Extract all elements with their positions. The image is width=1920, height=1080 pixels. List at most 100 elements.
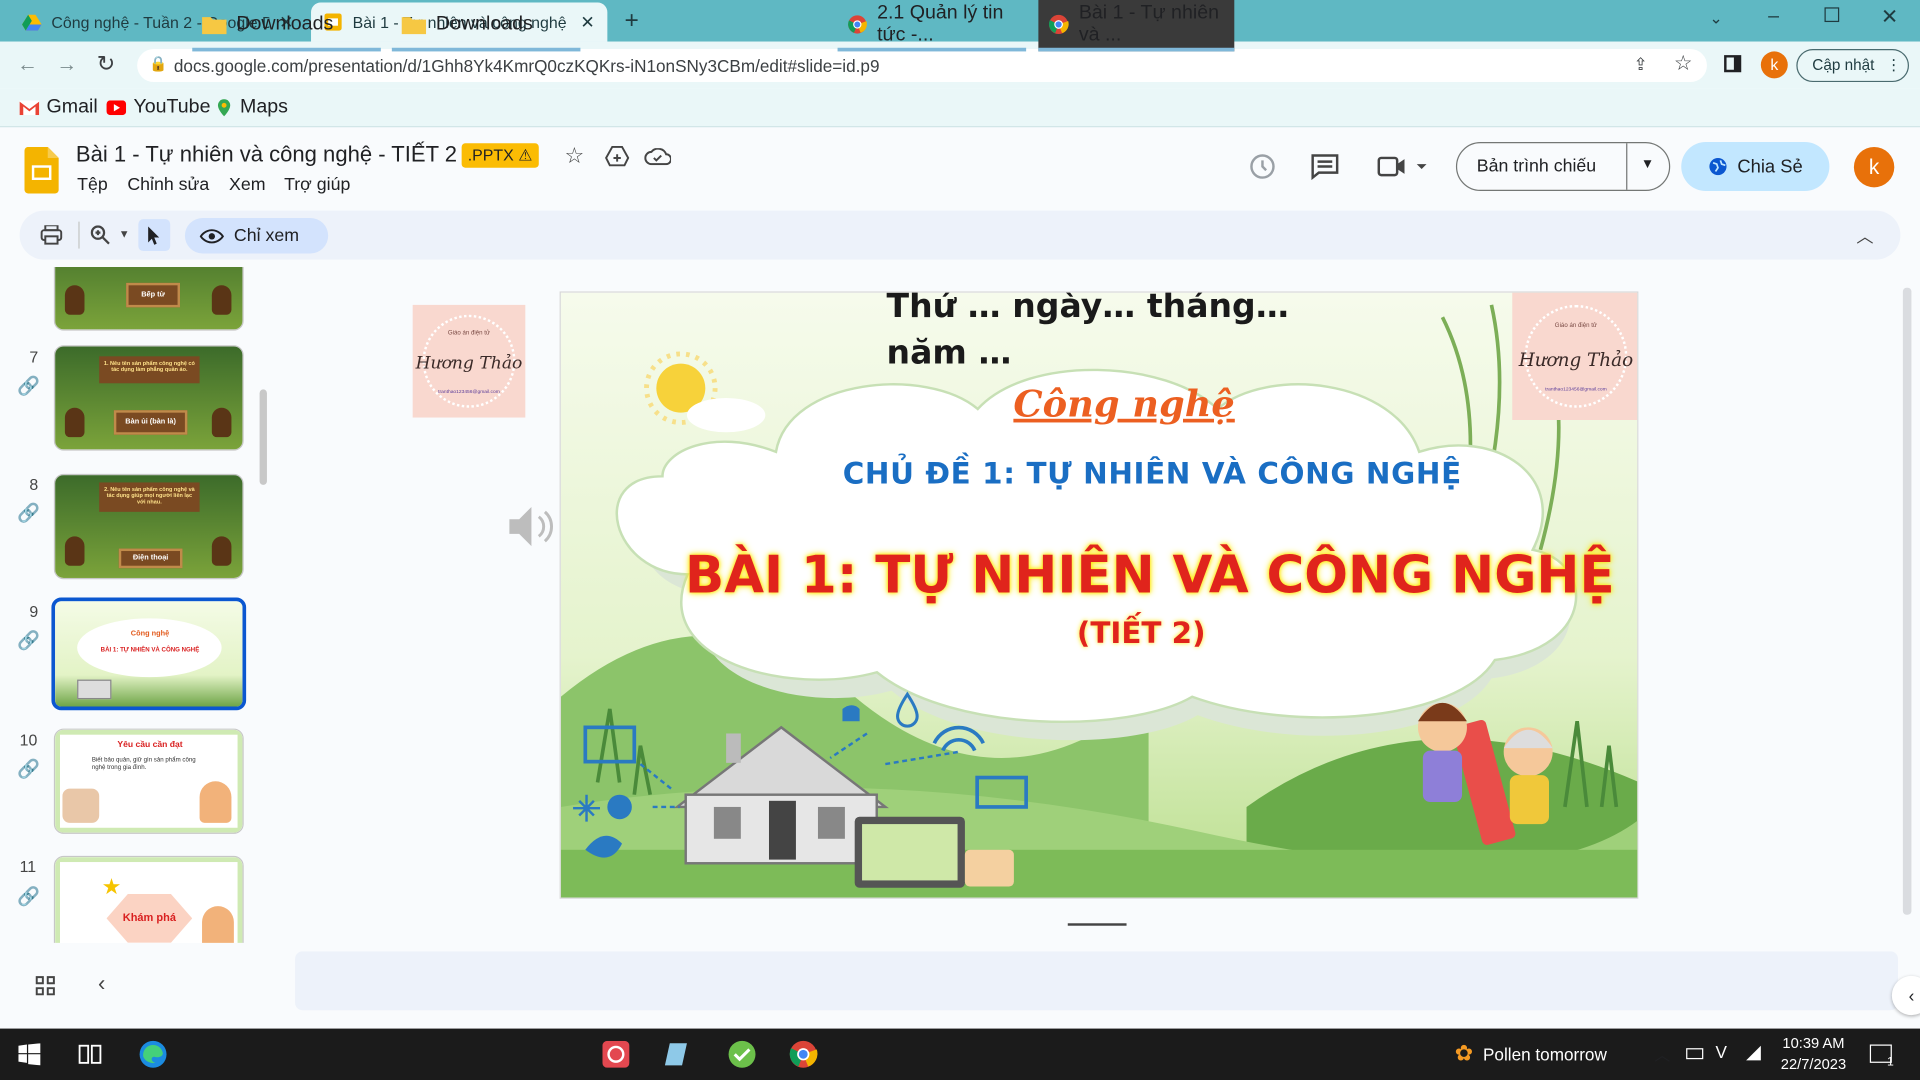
pptx-badge[interactable]: .PPTX ⚠ [461,143,539,168]
tab-search-icon[interactable]: ⌄ [1709,9,1722,29]
maximize-icon[interactable] [1824,7,1840,23]
close-window-icon[interactable]: ✕ [1881,5,1898,29]
collapse-filmstrip-icon[interactable]: ‹ [98,971,105,997]
children-image [62,788,100,823]
date-line-1: Thứ … ngày… tháng… [886,291,1289,326]
menu-edit[interactable]: Chỉnh sửa [127,175,209,195]
menu-view[interactable]: Xem [229,175,266,195]
star-icon[interactable]: ☆ [564,143,584,169]
bookmark-label: Maps [240,96,288,118]
battery-icon[interactable] [1686,1048,1704,1060]
speaker-notes[interactable] [295,951,1898,1011]
chevron-down-icon[interactable]: ▼ [1641,157,1654,172]
version-history-icon[interactable] [1248,152,1277,181]
child-image [202,906,234,943]
clock-date: 22/7/2023 [1780,1055,1847,1073]
clock[interactable]: 10:39 AM 22/7/2023 [1768,1033,1859,1075]
taskbar-downloads-2[interactable]: Downloads [391,0,581,52]
slide-thumbnail[interactable]: Khám phá ★ [53,855,244,943]
canvas-scrollbar[interactable] [1902,287,1912,915]
thumb-caption: Yêu cầu cần đạt [117,740,183,750]
minimize-icon[interactable]: – [1768,6,1779,28]
update-button[interactable]: Cập nhật ⋮ [1796,48,1909,83]
wifi-icon[interactable] [1744,1043,1764,1063]
bookmark-gmail[interactable]: Gmail [19,97,98,119]
notes-resize-handle[interactable] [1067,923,1127,926]
slide-thumbnail[interactable]: 2. Nêu tên sản phẩm công nghệ và tác dụn… [53,473,244,580]
thumb-caption: Bếp từ [126,282,181,308]
chrome-icon [1048,14,1069,34]
slides-logo-icon[interactable] [24,146,59,194]
eye-icon [199,228,225,243]
profile-avatar[interactable]: k [1760,51,1788,79]
edge-icon[interactable] [138,1040,167,1069]
select-tool-button[interactable] [138,219,171,252]
document-title[interactable]: Bài 1 - Tự nhiên và công nghệ - TIẾT 2 [76,142,457,168]
subject-title: Công nghệ [1013,383,1235,427]
taskbar-chrome-window-1[interactable]: 2.1 Quản lý tin tức -... [837,0,1027,52]
date-line-2: năm … [886,334,1012,373]
slide-thumbnail[interactable]: Bếp từ [53,266,244,331]
new-tab-button[interactable]: + [624,7,638,35]
warning-icon: ⚠ [518,145,533,165]
slide-filmstrip: Bếp từ 7 🔗 1. Nêu tên sản phẩm công nghệ… [0,266,272,943]
forward-icon[interactable]: → [56,53,77,77]
bookmark-maps[interactable]: Maps [216,97,288,119]
print-icon[interactable] [40,225,63,245]
view-only-chip[interactable]: Chỉ xem [184,217,329,254]
speaker-icon[interactable] [507,502,561,551]
taskbar-label: 2.1 Quản lý tin tức -... [877,1,1004,45]
watermark-stamp-left: Giáo án điện tử Hương Thảo tranthao12345… [412,304,526,418]
chevron-up-icon[interactable]: ︿ [1654,1042,1670,1065]
slide-thumbnail[interactable]: 1. Nêu tên sản phẩm công nghệ có tác dụn… [53,345,244,451]
comments-icon[interactable] [1310,153,1339,181]
share-button[interactable]: Chia Sẻ [1681,142,1830,192]
windows-start-icon[interactable] [18,1043,41,1066]
close-icon[interactable]: ✕ [580,12,594,33]
divider [1626,143,1628,190]
share-page-icon[interactable]: ⇪ [1633,54,1647,75]
slide-thumbnail-selected[interactable]: Công nghệ BÀI 1: TỰ NHIÊN VÀ CÔNG NGHỆ [51,597,247,711]
app-icon[interactable] [664,1041,692,1068]
zoom-icon[interactable] [90,225,111,245]
watermark-stamp-right: Giáo án điện tử Hương Thảo tranthao12345… [1512,292,1638,421]
slide-number: 8 [29,475,39,494]
meet-icon[interactable] [1377,156,1429,178]
weather-widget[interactable]: ✿ Pollen tomorrow [1455,1041,1607,1067]
address-bar[interactable]: 🔒 docs.google.com/presentation/d/1Ghh8Yk… [137,48,1707,83]
side-panel-icon[interactable] [1724,55,1742,73]
slide-canvas[interactable]: Thứ … ngày… tháng… năm … Công nghệ CHỦ Đ… [559,291,1639,899]
menu-file[interactable]: Tệp [77,175,108,195]
cloud-saved-icon[interactable] [644,148,672,166]
thumb-body: Biết bảo quản, giữ gìn sản phẩm công ngh… [91,756,196,772]
reload-icon[interactable]: ↻ [97,51,115,77]
globe-icon [1709,157,1727,176]
filmstrip-scrollbar[interactable] [259,389,267,485]
slide-thumbnail[interactable]: Yêu cầu cần đạt Biết bảo quản, giữ gìn s… [53,728,244,834]
taskbar-downloads-1[interactable]: Downloads [192,0,381,52]
back-icon[interactable]: ← [17,53,38,77]
greenshot-icon[interactable] [727,1040,756,1069]
creative-cloud-icon[interactable] [602,1040,630,1068]
task-view-icon[interactable] [78,1043,102,1065]
move-to-drive-icon[interactable] [605,145,630,168]
update-label: Cập nhật [1812,56,1875,74]
taskbar-chrome-window-2[interactable]: Bài 1 - Tự nhiên và ... [1038,0,1235,52]
lock-icon: 🔒 [149,55,168,73]
link-icon: 🔗 [17,503,41,525]
chrome-icon[interactable] [789,1040,818,1069]
menu-help[interactable]: Trợ giúp [284,175,350,195]
pollen-icon: ✿ [1454,1040,1474,1066]
account-avatar[interactable]: k [1853,146,1895,188]
notification-count: 1 [1886,1055,1894,1069]
collapse-menus-icon[interactable]: ︿ [1856,224,1873,248]
chrome-icon [848,14,867,34]
vpn-icon[interactable]: V [1716,1042,1727,1062]
url-text: docs.google.com/presentation/d/1Ghh8Yk4K… [173,55,880,76]
grid-view-icon[interactable] [35,976,56,996]
slideshow-button[interactable]: Bản trình chiếu [1477,157,1596,177]
bookmark-star-icon[interactable]: ☆ [1674,51,1693,75]
thumb-lesson: BÀI 1: TỰ NHIÊN VÀ CÔNG NGHỆ [100,646,200,654]
bookmark-youtube[interactable]: YouTube [106,97,210,119]
chevron-down-icon[interactable]: ▼ [119,228,130,240]
